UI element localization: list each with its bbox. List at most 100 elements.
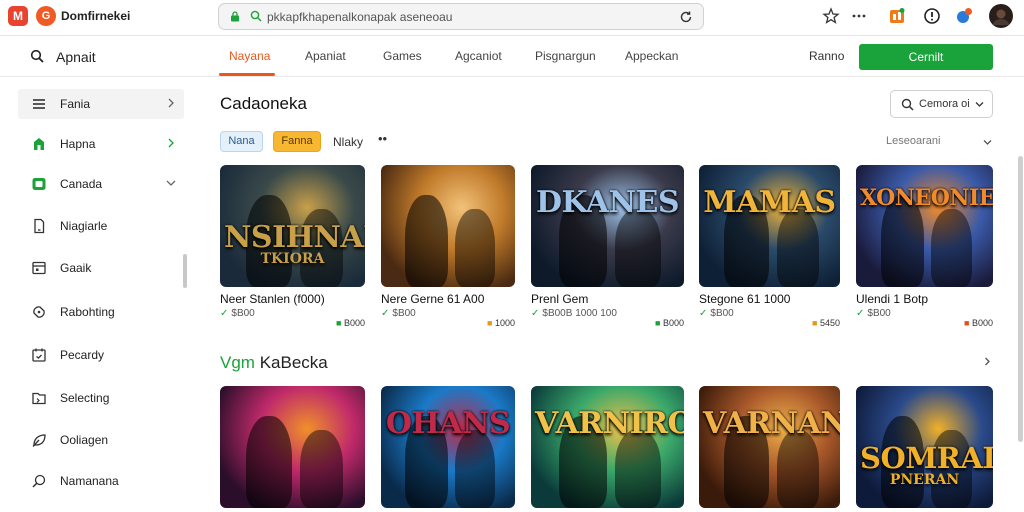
game-title[interactable]: Ulendi 1 Botp [856,292,928,306]
tab-agcaniot[interactable]: Agcaniot [455,49,502,63]
chevron-down-icon[interactable] [983,138,992,147]
game-art-title: VARNANS [703,406,840,441]
game-title[interactable]: Neer Stanlen (f000) [220,292,325,306]
url-text[interactable]: pkkapfkhapenalkonapak aseneoau [267,10,452,24]
search-icon [901,98,914,111]
game-thumbnail[interactable]: NSIHNAKTKIORA [220,165,365,287]
chevron-right-icon [168,98,174,108]
character-figure [776,209,819,287]
character-figure [454,209,495,287]
game-title[interactable]: Stegone 61 1000 [699,292,790,306]
badge-icon: ■ [336,318,344,328]
search-icon[interactable] [30,49,44,63]
app-logo[interactable]: M [8,6,28,26]
reload-icon[interactable] [679,10,693,24]
game-thumbnail[interactable] [381,165,515,287]
filter-sort-label[interactable]: Leseoarani [886,135,940,147]
app-logo-secondary[interactable]: G [36,6,56,26]
sidebar-item-rabohting[interactable]: Rabohting [18,297,184,327]
rating-badge: ■ B000 [964,318,993,328]
primary-cta-button[interactable]: Cernilt [859,44,993,70]
tab-apaniat[interactable]: Apaniat [305,49,346,63]
section-title-text: KaBecka [259,353,328,372]
avatar[interactable] [989,4,1013,28]
game-price: ✓ $B00 [699,308,734,319]
tab-nayana[interactable]: Nayana [229,49,270,63]
price-text: $B00 [710,308,734,319]
badge-text: 5450 [819,318,840,328]
game-thumbnail[interactable]: DKANES [531,165,684,287]
more-icon[interactable] [850,7,868,25]
game-thumbnail[interactable]: VARNANS [699,386,840,508]
game-price: ✓ $B00 [856,308,891,319]
puzzle-icon [33,306,45,318]
character-figure [615,430,662,508]
filter-chip[interactable]: Nana [220,131,263,152]
download-icon[interactable] [923,7,941,25]
game-thumbnail[interactable]: SOMRAINPNERAN [856,386,993,508]
sidebar-item-label: Namanana [60,474,119,488]
sidebar-item-ooliagen[interactable]: Ooliagen [18,425,184,455]
character-figure [776,430,819,508]
address-bar[interactable]: pkkapfkhapenalkonapak aseneoau [218,3,704,30]
sidebar-item-label: Selecting [60,391,110,405]
badge-text: B000 [971,318,993,328]
sidebar-item-hapna[interactable]: Hapna [18,129,184,159]
page-scrollbar[interactable] [1018,156,1023,442]
character-figure [454,430,495,508]
sidebar-item-label: Fania [60,97,91,111]
badge-text: B000 [343,318,365,328]
sort-dropdown[interactable]: Cemora oi [890,90,993,118]
character-figure [931,209,973,287]
character-figure [246,416,293,508]
tab-games[interactable]: Games [383,49,422,63]
star-icon[interactable] [822,7,840,25]
character-figure [615,209,662,287]
sidebar-item-gaaik[interactable]: Gaaik [18,253,184,283]
sidebar: Fania Hapna Canada Niagiarle Gaaik Raboh… [0,78,196,512]
sidebar-scrollbar[interactable] [183,254,187,288]
game-art-title: VARNIRO [535,406,684,441]
game-price: ✓ $B00B 1000 100 [531,308,617,319]
filter-chip-active[interactable]: Fanna [273,131,321,152]
sidebar-item-selecting[interactable]: Selecting [18,383,184,413]
verified-icon: ✓ [531,308,540,319]
browser-toolbar: M G Domfirnekei pkkapfkhapenalkonapak as… [0,0,1024,36]
sidebar-item-canada[interactable]: Canada [18,169,184,199]
extension-icon[interactable] [888,7,906,25]
sidebar-item-namanana[interactable]: Namanana [18,466,184,496]
game-thumbnail[interactable]: OHANS [381,386,515,508]
gamepad-icon [32,178,46,190]
sidebar-item-label: Rabohting [60,305,115,319]
sidebar-item-pecardy[interactable]: Pecardy [18,340,184,370]
more-filters[interactable]: •• [378,131,387,146]
game-thumbnail[interactable]: XONEONIEE [856,165,993,287]
page-title: Apnait [56,49,96,65]
game-title[interactable]: Nere Gerne 61 A00 [381,292,484,306]
character-figure [405,195,448,287]
badge-icon: ■ [655,318,663,328]
leaf-icon [32,434,46,447]
section-title-secondary: Vgm KaBecka [220,353,328,373]
tab-appeckan[interactable]: Appeckan [625,49,678,63]
sidebar-item-niagiarle[interactable]: Niagiarle [18,211,184,241]
rating-badge: ■ B000 [655,318,684,328]
game-thumbnail[interactable] [220,386,365,508]
game-title[interactable]: Prenl Gem [531,292,588,306]
price-text: $B00B 1000 100 [542,308,617,319]
game-art-title: XONEONIEE [860,185,993,211]
sidebar-item-fania[interactable]: Fania [18,89,184,119]
game-thumbnail[interactable]: VARNIRO [531,386,684,508]
notification-icon[interactable] [955,7,973,25]
game-thumbnail[interactable]: MAMAS [699,165,840,287]
top-navigation: Apnait Nayana Apaniat Games Agcaniot Pis… [0,37,1024,77]
sidebar-item-label: Ooliagen [60,433,109,447]
chevron-right-icon[interactable] [983,357,992,366]
game-art-subtitle: PNERAN [889,472,960,488]
search-icon [250,10,262,22]
tab-pisgnargun[interactable]: Pisgnargun [535,49,596,63]
ranking-link[interactable]: Ranno [809,49,844,63]
badge-text: 1000 [494,318,515,328]
verified-icon: ✓ [381,308,390,319]
filter-label[interactable]: Nlaky [333,135,363,149]
